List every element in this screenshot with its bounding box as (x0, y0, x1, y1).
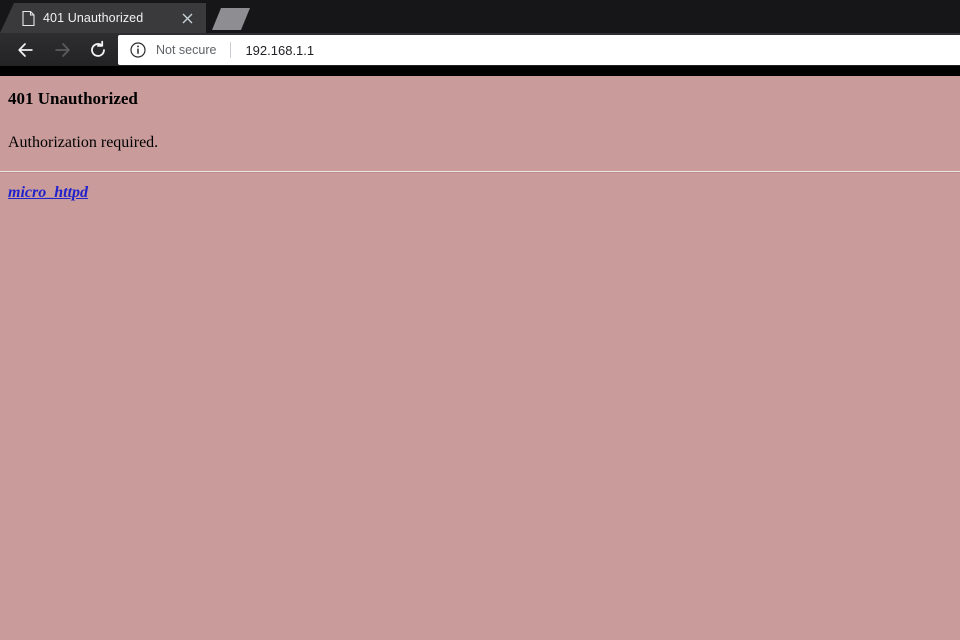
tab-strip: 401 Unauthorized (0, 0, 960, 33)
back-arrow-icon[interactable] (8, 33, 44, 66)
page-title: 401 Unauthorized (8, 89, 138, 108)
close-icon[interactable] (178, 9, 196, 27)
chrome-bottom-band (0, 66, 960, 76)
browser-toolbar: Not secure 192.168.1.1 (0, 33, 960, 66)
page-message: Authorization required. (8, 134, 159, 152)
browser-window: 401 Unauthorized Not secure 192.168.1.1 … (0, 0, 960, 640)
security-status-label: Not secure (156, 43, 217, 57)
reload-icon[interactable] (80, 33, 116, 66)
tab-title: 401 Unauthorized (43, 11, 144, 25)
page-viewport: 401 Unauthorized Authorization required.… (0, 76, 960, 640)
server-signature-link[interactable]: micro_httpd (8, 184, 88, 202)
page-document-icon (22, 10, 35, 26)
page-body: 401 Unauthorized Authorization required.… (0, 76, 960, 210)
horizontal-rule (0, 170, 960, 173)
forward-arrow-icon (44, 33, 80, 66)
omnibox-divider (230, 42, 232, 58)
info-circle-icon[interactable] (130, 42, 146, 58)
new-tab-icon[interactable] (212, 8, 250, 30)
browser-tab-401-unauthorized[interactable]: 401 Unauthorized (0, 3, 206, 33)
address-bar[interactable]: Not secure 192.168.1.1 (118, 35, 960, 65)
url-text[interactable]: 192.168.1.1 (245, 43, 314, 58)
